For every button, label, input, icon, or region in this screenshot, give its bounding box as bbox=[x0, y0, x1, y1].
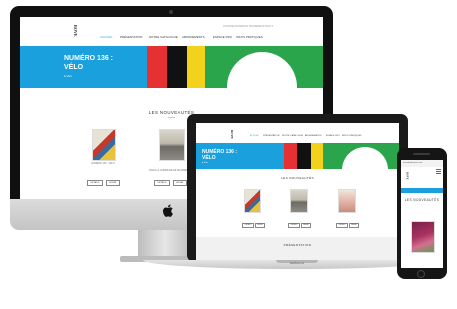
details-button-2[interactable]: DÉTAILS bbox=[154, 180, 170, 186]
laptop-model-label: MacBook Air bbox=[289, 262, 305, 265]
nav-abonnements[interactable]: ABONNEMENTS bbox=[182, 35, 205, 39]
laptop-details-button-3[interactable]: DÉTAILS bbox=[336, 223, 348, 228]
laptop-details-button-2[interactable]: DÉTAILS bbox=[288, 223, 300, 228]
laptop-presentation-title: PRÉSENTATION bbox=[283, 243, 312, 247]
book-caption-1[interactable]: NUMÉRO 136 : VÉLO bbox=[84, 162, 122, 165]
buy-button-1[interactable]: ACHAT bbox=[106, 180, 120, 186]
laptop-nav-espace-pro[interactable]: ESPACE PRO bbox=[326, 135, 340, 137]
laptop-presentation-band: PRÉSENTATION bbox=[196, 237, 399, 260]
details-button-1[interactable]: DÉTAILS bbox=[87, 180, 103, 186]
laptop-screen: ROVE ACCUEIL PRÉSENTATION NOTRE CATALOGU… bbox=[196, 123, 399, 260]
laptop-hero-more-link[interactable]: ● Voir bbox=[202, 162, 208, 164]
phone-address-bar[interactable]: revuelesdossiers.com bbox=[401, 160, 443, 167]
laptop-hero-stripes bbox=[284, 143, 399, 193]
laptop-buy-button-3[interactable]: ACHAT bbox=[349, 223, 359, 228]
phone-home-button[interactable] bbox=[417, 270, 425, 278]
util-link-connexion[interactable]: CONNEXION bbox=[223, 24, 241, 28]
hero-more-link[interactable]: ● Voir bbox=[64, 74, 72, 78]
laptop-nav-accueil[interactable]: ACCUEIL bbox=[250, 135, 259, 137]
laptop-book-cover-2[interactable] bbox=[290, 189, 308, 213]
stripe-red bbox=[147, 46, 167, 88]
stripe-yellow bbox=[187, 46, 205, 88]
laptop-site-logo[interactable]: ROVE bbox=[230, 130, 235, 139]
phone-menu-icon[interactable] bbox=[436, 169, 441, 174]
nav-espace-pro[interactable]: ESPACE PRO bbox=[213, 35, 232, 39]
site-logo[interactable]: ROVE bbox=[73, 25, 79, 37]
book-cover-2[interactable] bbox=[159, 129, 185, 161]
hero-banner[interactable]: NUMÉRO 136 : VÉLO ● Voir bbox=[20, 46, 147, 88]
laptop-stripe-black bbox=[297, 143, 311, 169]
stripe-black bbox=[167, 46, 187, 88]
phone-site-logo[interactable]: ROVE bbox=[405, 172, 409, 180]
laptop-details-button-1[interactable]: DÉTAILS bbox=[242, 223, 254, 228]
laptop-section-title: LES NOUVEAUTÉS bbox=[281, 176, 314, 180]
phone-section-title: LES NOUVEAUTÉS bbox=[404, 198, 440, 202]
webcam bbox=[169, 10, 173, 14]
laptop-buy-button-2[interactable]: ACHAT bbox=[301, 223, 311, 228]
laptop-hero-title-line2: VÉLO bbox=[202, 155, 216, 161]
nav-catalogue[interactable]: NOTRE CATALOGUE bbox=[149, 35, 178, 39]
laptop-nav-presentation[interactable]: PRÉSENTATION bbox=[263, 135, 279, 137]
laptop-nav-catalogue[interactable]: NOTRE CATALOGUE bbox=[282, 135, 303, 137]
phone-speaker bbox=[413, 153, 430, 155]
util-link-contact[interactable]: CONTACT bbox=[259, 24, 273, 28]
section-divider bbox=[168, 117, 175, 118]
hero-title-line2: VÉLO bbox=[64, 64, 84, 71]
nav-presentation[interactable]: PRÉSENTATION bbox=[120, 35, 143, 39]
phone-screen: revuelesdossiers.com ROVE LES NOUVEAUTÉS bbox=[401, 160, 443, 268]
phone-url: revuelesdossiers.com bbox=[403, 162, 423, 164]
hero-title-line1: NUMÉRO 136 : bbox=[64, 55, 114, 62]
imac-stand-neck bbox=[138, 230, 192, 258]
phone-book-cover[interactable] bbox=[411, 221, 435, 253]
laptop-nav-abonnements[interactable]: ABONNEMENTS bbox=[305, 135, 322, 137]
hero-stripes bbox=[147, 46, 323, 122]
phone-hero-strip[interactable] bbox=[401, 188, 443, 193]
buy-button-2[interactable]: ACHAT bbox=[173, 180, 187, 186]
laptop-nav-infos-pratiques[interactable]: INFOS PRATIQUES bbox=[342, 135, 362, 137]
nav-infos-pratiques[interactable]: INFOS PRATIQUES bbox=[236, 35, 263, 39]
laptop-hero-white-circle bbox=[342, 147, 388, 193]
apple-logo-shape bbox=[162, 204, 174, 217]
book-cover-1[interactable] bbox=[92, 129, 116, 161]
laptop-stripe-yellow bbox=[311, 143, 323, 169]
laptop-buy-button-1[interactable]: ACHAT bbox=[255, 223, 265, 228]
laptop-hero-banner[interactable]: NUMÉRO 136 : VÉLO ● Voir bbox=[196, 143, 284, 169]
laptop-stripe-red bbox=[284, 143, 297, 169]
nav-accueil[interactable]: ACCUEIL bbox=[100, 35, 113, 39]
util-link-cart[interactable]: MON PANIER bbox=[241, 24, 260, 28]
laptop-book-cover-3[interactable] bbox=[338, 189, 356, 213]
laptop-book-cover-1[interactable] bbox=[244, 189, 261, 213]
